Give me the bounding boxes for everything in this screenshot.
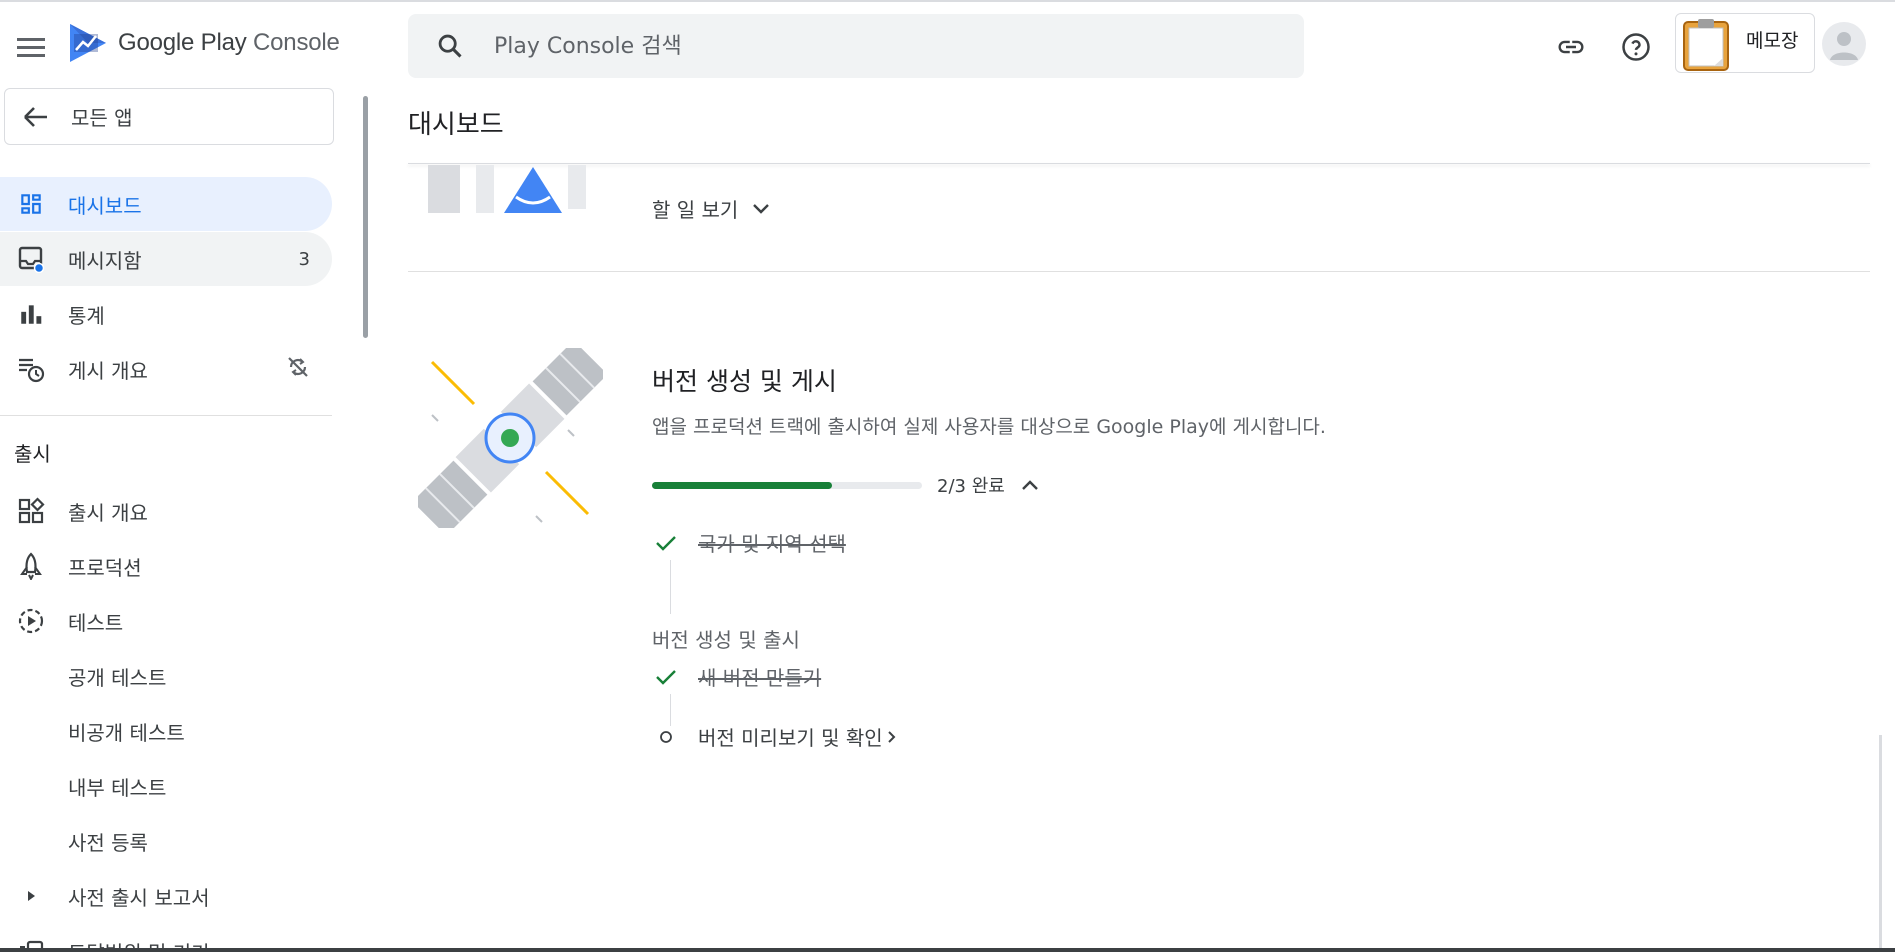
- task-group-label: 버전 생성 및 출시: [652, 628, 800, 652]
- progress-bar-fill: [652, 482, 833, 489]
- sidebar-item-label: 게시 개요: [68, 358, 148, 383]
- task-preview-and-confirm[interactable]: 버전 미리보기 및 확인: [652, 722, 897, 751]
- card-description: 앱을 프로덕션 트랙에 출시하여 실제 사용자를 대상으로 Google Pla…: [652, 416, 1326, 438]
- view-tasks-link[interactable]: 할 일 보기: [652, 194, 770, 223]
- progress-bar: [652, 482, 922, 489]
- logo-text-console: Console: [253, 29, 340, 56]
- sidebar-item-release-overview[interactable]: 출시 개요: [0, 484, 332, 538]
- sidebar-item-pre-launch-report[interactable]: 사전 출시 보고서: [0, 869, 332, 923]
- card-title: 버전 생성 및 게시: [652, 367, 837, 396]
- notepad-button[interactable]: 메모장: [1675, 13, 1815, 73]
- hamburger-menu-icon: [17, 38, 45, 57]
- task-label: 버전 미리보기 및 확인: [698, 726, 883, 750]
- title-divider: [408, 163, 1870, 164]
- production-icon: [16, 551, 46, 581]
- sidebar-item-label: 출시 개요: [68, 500, 148, 525]
- chevron-up-icon: [1021, 480, 1038, 490]
- account-avatar[interactable]: [1822, 22, 1866, 66]
- sidebar-item-label: 비공개 테스트: [68, 720, 185, 745]
- search-input[interactable]: [494, 33, 1294, 59]
- expand-arrow-icon[interactable]: [16, 881, 46, 911]
- sidebar: 모든 앱 대시보드 메시지함 3 통계 게시 개요 출시 출시 개요 프로덕션 …: [0, 88, 340, 948]
- sidebar-item-label: 내부 테스트: [68, 775, 167, 800]
- logo-text-google-play: Google Play: [118, 29, 247, 56]
- progress-toggle[interactable]: 2/3 완료: [937, 472, 1039, 498]
- sidebar-item-testing[interactable]: 테스트: [0, 594, 332, 648]
- satellite-illustration: [418, 348, 603, 528]
- sidebar-item-closed-testing[interactable]: 비공개 테스트: [0, 704, 332, 758]
- task-label: 새 버전 만들기: [698, 666, 822, 690]
- sidebar-item-label: 프로덕션: [68, 555, 142, 580]
- section-divider: [408, 271, 1870, 272]
- sidebar-item-statistics[interactable]: 통계: [0, 287, 332, 341]
- bottom-border: [0, 948, 1895, 952]
- inbox-icon: [16, 244, 46, 274]
- top-app-bar: Google Play Console 메모장: [0, 2, 1895, 88]
- sync-disabled-icon[interactable]: [286, 355, 310, 384]
- inbox-count-badge: 3: [298, 248, 310, 270]
- sidebar-item-dashboard[interactable]: 대시보드: [0, 177, 332, 231]
- task-label: 국가 및 지역 선택: [698, 532, 846, 556]
- sidebar-divider: [0, 415, 332, 416]
- all-apps-button[interactable]: 모든 앱: [4, 88, 334, 145]
- play-console-logo[interactable]: Google Play Console: [68, 22, 340, 64]
- search-icon: [436, 32, 476, 60]
- sidebar-item-production[interactable]: 프로덕션: [0, 539, 332, 593]
- main-scrollbar[interactable]: [1879, 735, 1882, 948]
- sidebar-item-label: 통계: [68, 303, 105, 328]
- help-icon: [1622, 33, 1650, 61]
- testing-icon: [16, 606, 46, 636]
- search-bar[interactable]: [408, 14, 1304, 78]
- section-title-release: 출시: [14, 442, 51, 466]
- task-connector-line: [670, 560, 671, 614]
- check-icon: [648, 534, 684, 552]
- sidebar-item-label: 사전 출시 보고서: [68, 885, 210, 910]
- link-button[interactable]: [1552, 28, 1590, 66]
- sidebar-item-label: 테스트: [68, 610, 124, 635]
- view-tasks-label: 할 일 보기: [652, 198, 739, 222]
- sidebar-item-open-testing[interactable]: 공개 테스트: [0, 649, 332, 703]
- link-icon: [1558, 40, 1584, 54]
- task-select-countries[interactable]: 국가 및 지역 선택: [652, 528, 846, 557]
- sidebar-item-pre-registration[interactable]: 사전 등록: [0, 814, 332, 868]
- sidebar-item-reach-and-devices[interactable]: 도달범위 및 기기: [0, 924, 332, 948]
- sidebar-item-internal-testing[interactable]: 내부 테스트: [0, 759, 332, 813]
- pending-circle-icon: [648, 730, 684, 744]
- sidebar-item-label: 공개 테스트: [68, 665, 167, 690]
- notepad-label: 메모장: [1746, 30, 1799, 52]
- arrow-back-icon: [24, 106, 47, 127]
- release-overview-icon: [16, 496, 46, 526]
- publishing-overview-icon: [16, 354, 46, 384]
- devices-icon: [16, 936, 46, 948]
- sidebar-item-publishing-overview[interactable]: 게시 개요: [0, 342, 332, 396]
- sidebar-item-inbox[interactable]: 메시지함 3: [0, 232, 332, 286]
- sidebar-item-label: 도달범위 및 기기: [68, 937, 210, 949]
- dashboard-icon: [16, 189, 46, 219]
- page-title: 대시보드: [408, 110, 504, 140]
- task-create-new-release[interactable]: 새 버전 만들기: [652, 662, 821, 691]
- all-apps-label: 모든 앱: [71, 106, 133, 130]
- help-button[interactable]: [1617, 28, 1655, 66]
- check-icon: [648, 668, 684, 686]
- notepad-icon: [1683, 19, 1729, 71]
- bar-chart-icon: [16, 299, 46, 329]
- sidebar-item-label: 대시보드: [68, 193, 142, 218]
- task-illustration: [428, 165, 586, 213]
- progress-text: 2/3 완료: [937, 476, 1005, 497]
- chevron-right-icon: [887, 730, 896, 743]
- chevron-down-icon: [753, 203, 770, 214]
- sidebar-item-label: 메시지함: [68, 248, 142, 273]
- avatar-icon: [1830, 32, 1858, 60]
- sidebar-scrollbar[interactable]: [363, 96, 368, 338]
- menu-button[interactable]: [12, 28, 50, 66]
- sidebar-item-label: 사전 등록: [68, 830, 148, 855]
- play-console-logo-icon: [70, 24, 106, 62]
